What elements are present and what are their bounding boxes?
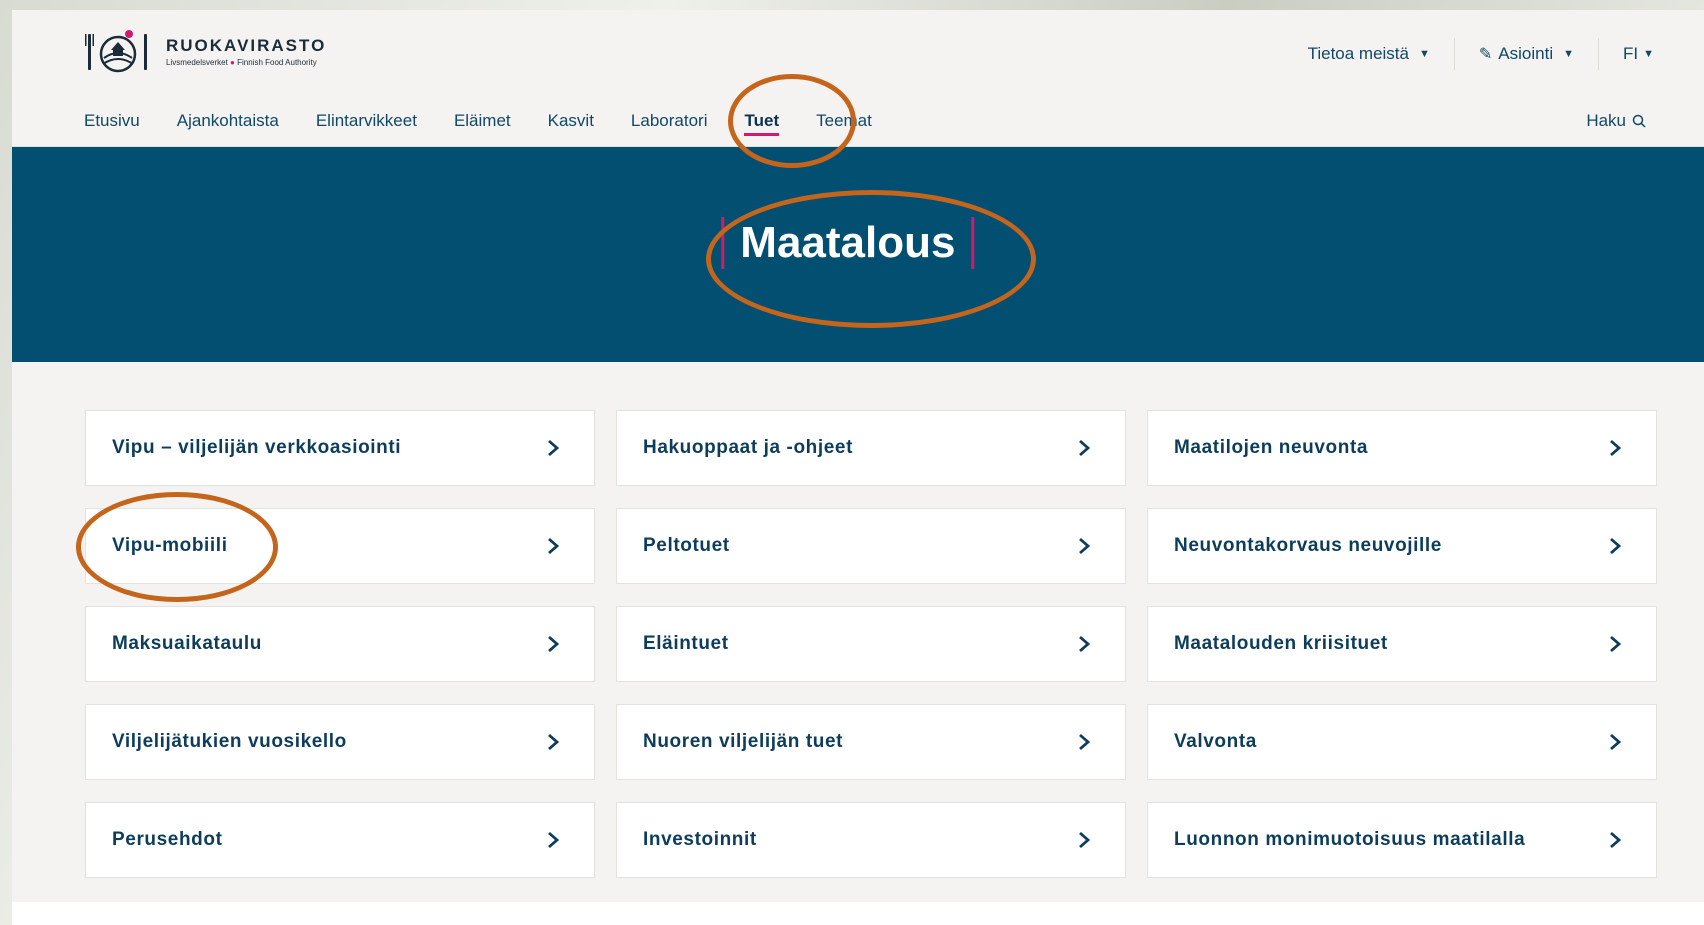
card-maksuaikataulu[interactable]: Maksuaikataulu [85, 606, 595, 682]
card-label: Vipu-mobiili [112, 535, 228, 556]
chevron-right-icon [548, 537, 560, 555]
pencil-icon: ✎ [1478, 46, 1493, 63]
chevron-right-icon [1079, 831, 1091, 849]
ruokavirasto-logo-icon [85, 30, 147, 73]
card-label: Valvonta [1174, 731, 1257, 752]
search-label: Haku [1586, 111, 1626, 130]
chevron-right-icon [1610, 733, 1622, 751]
chevron-right-icon [1610, 537, 1622, 555]
card-vipu-verkkoasiointi[interactable]: Vipu – viljelijän verkkoasiointi [85, 410, 595, 486]
caret-down-icon: ▼ [1643, 48, 1654, 60]
services-label: Asiointi [1498, 44, 1554, 63]
page-title: Maatalous [721, 217, 975, 269]
card-hakuoppaat[interactable]: Hakuoppaat ja -ohjeet [616, 410, 1126, 486]
chevron-right-icon [548, 439, 560, 457]
brand-subtitle: Livsmedelsverket ● Finnish Food Authorit… [166, 58, 326, 67]
nav-item-kasvit[interactable]: Kasvit [548, 96, 594, 146]
chevron-right-icon [548, 635, 560, 653]
card-vipu-mobiili[interactable]: Vipu-mobiili [85, 508, 595, 584]
chevron-right-icon [1079, 733, 1091, 751]
chevron-right-icon [1079, 439, 1091, 457]
chevron-right-icon [1079, 635, 1091, 653]
card-label: Maatalouden kriisituet [1174, 633, 1388, 654]
card-label: Neuvontakorvaus neuvojille [1174, 535, 1442, 556]
site-logo[interactable]: RUOKAVIRASTO Livsmedelsverket ● Finnish … [84, 28, 326, 74]
services-dropdown[interactable]: ✎ Asiointi ▼ [1455, 44, 1598, 64]
chevron-right-icon [1079, 537, 1091, 555]
nav-item-ajankohtaista[interactable]: Ajankohtaista [177, 96, 279, 146]
nav-item-teemat[interactable]: Teemat [816, 96, 872, 146]
nav-item-etusivu[interactable]: Etusivu [84, 96, 140, 146]
chevron-right-icon [1610, 831, 1622, 849]
title-accent-bar [971, 217, 975, 269]
card-vuosikello[interactable]: Viljelijätukien vuosikello [85, 704, 595, 780]
about-label: Tietoa meistä [1307, 44, 1409, 63]
chevron-right-icon [548, 733, 560, 751]
top-header: RUOKAVIRASTO Livsmedelsverket ● Finnish … [12, 10, 1704, 97]
chevron-right-icon [1610, 439, 1622, 457]
nav-item-elintarvikkeet[interactable]: Elintarvikkeet [316, 96, 417, 146]
card-label: Maatilojen neuvonta [1174, 437, 1369, 458]
chevron-right-icon [548, 831, 560, 849]
main-navigation: Etusivu Ajankohtaista Elintarvikkeet Elä… [12, 96, 1704, 147]
card-perusehdot[interactable]: Perusehdot [85, 802, 595, 878]
card-label: Eläintuet [643, 633, 729, 654]
language-label: FI [1623, 44, 1639, 63]
caret-down-icon: ▼ [1563, 48, 1574, 60]
card-label: Maksuaikataulu [112, 633, 262, 654]
browser-page: RUOKAVIRASTO Livsmedelsverket ● Finnish … [12, 10, 1704, 925]
card-label: Peltotuet [643, 535, 730, 556]
card-label: Hakuoppaat ja -ohjeet [643, 437, 854, 458]
link-card-grid: Vipu – viljelijän verkkoasiointi Hakuopp… [85, 410, 1657, 878]
card-peltotuet[interactable]: Peltotuet [616, 508, 1126, 584]
about-dropdown[interactable]: Tietoa meistä ▼ [1284, 44, 1454, 64]
brand-sub-en: Finnish Food Authority [237, 57, 317, 67]
caret-down-icon: ▼ [1419, 48, 1430, 60]
nav-item-laboratoriot[interactable]: Laboratori [631, 96, 708, 146]
card-label: Nuoren viljelijän tuet [643, 731, 844, 752]
language-dropdown[interactable]: FI ▼ [1599, 44, 1654, 64]
card-label: Vipu – viljelijän verkkoasiointi [112, 437, 402, 458]
nav-item-tuet[interactable]: Tuet [744, 96, 779, 146]
card-nuoren-viljelijan-tuet[interactable]: Nuoren viljelijän tuet [616, 704, 1126, 780]
hero-banner: Maatalous [12, 147, 1704, 362]
card-kriisituet[interactable]: Maatalouden kriisituet [1147, 606, 1657, 682]
card-label: Luonnon monimuotoisuus maatilalla [1174, 829, 1526, 850]
brand-name: RUOKAVIRASTO [166, 35, 327, 55]
card-maatilojen-neuvonta[interactable]: Maatilojen neuvonta [1147, 410, 1657, 486]
search-button[interactable]: Haku [1586, 96, 1646, 146]
card-investoinnit[interactable]: Investoinnit [616, 802, 1126, 878]
card-neuvontakorvaus[interactable]: Neuvontakorvaus neuvojille [1147, 508, 1657, 584]
card-label: Perusehdot [112, 829, 223, 850]
card-label: Viljelijätukien vuosikello [112, 731, 347, 752]
nav-item-elaimet[interactable]: Eläimet [454, 96, 511, 146]
brand-dot-icon: ● [230, 57, 235, 67]
card-luonnon-monimuotoisuus[interactable]: Luonnon monimuotoisuus maatilalla [1147, 802, 1657, 878]
top-links: Tietoa meistä ▼ ✎ Asiointi ▼ FI ▼ [1284, 38, 1654, 70]
page-title-text: Maatalous [740, 218, 956, 267]
card-valvonta[interactable]: Valvonta [1147, 704, 1657, 780]
card-elaintuet[interactable]: Eläintuet [616, 606, 1126, 682]
chevron-right-icon [1610, 635, 1622, 653]
brand-sub-sv: Livsmedelsverket [166, 57, 228, 67]
footer-strip [12, 902, 1704, 925]
search-icon [1632, 114, 1646, 128]
card-label: Investoinnit [643, 829, 757, 850]
